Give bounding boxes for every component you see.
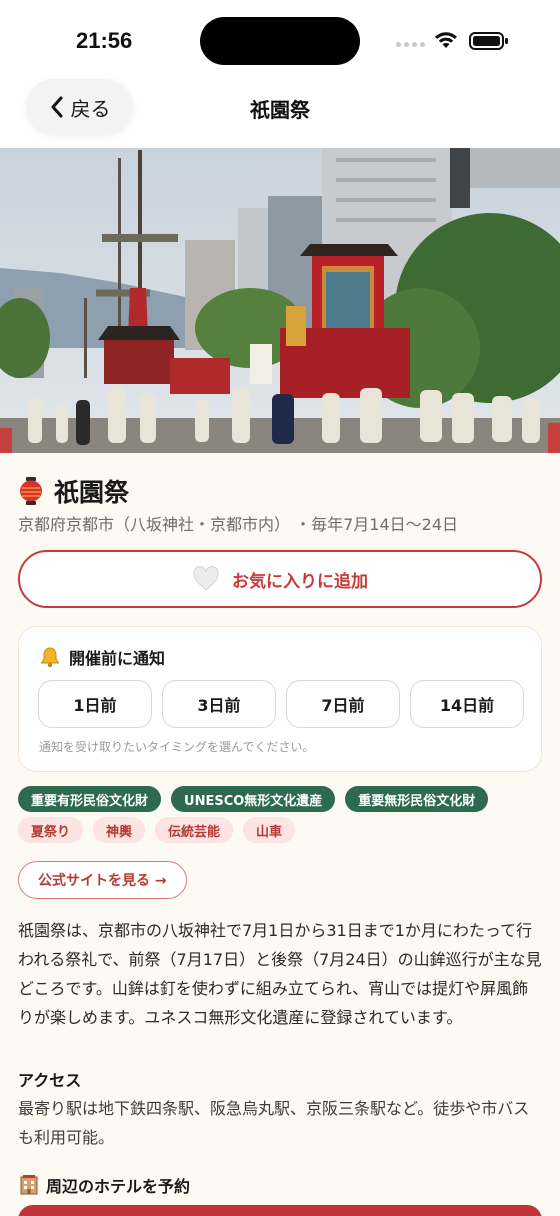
notify-1-day-button[interactable]: 1日前 — [38, 680, 152, 728]
tag-category[interactable]: 夏祭り — [18, 817, 84, 843]
title-row: 祇園祭 — [18, 473, 129, 509]
wifi-icon — [435, 32, 457, 48]
tag-heritage[interactable]: 重要有形民俗文化財 — [18, 786, 162, 812]
event-title: 祇園祭 — [54, 478, 130, 507]
notify-3-days-button[interactable]: 3日前 — [162, 680, 276, 728]
cellular-signal-icon — [396, 42, 425, 47]
category-tags: 夏祭り 神輿 伝統芸能 山車 — [18, 817, 296, 843]
event-location: 京都府京都市（八坂神社・京都市内） — [18, 515, 291, 534]
event-dates: ・毎年7月14日〜24日 — [295, 515, 459, 534]
tag-category[interactable]: 神輿 — [93, 817, 146, 843]
page-title: 祇園祭 — [250, 98, 310, 122]
battery-icon — [469, 32, 508, 50]
lantern-icon — [20, 477, 42, 505]
tag-heritage[interactable]: UNESCO無形文化遺産 — [171, 786, 336, 812]
event-location-dates: 京都府京都市（八坂神社・京都市内） ・毎年7月14日〜24日 — [18, 511, 458, 535]
notify-7-days-button[interactable]: 7日前 — [286, 680, 400, 728]
tag-category[interactable]: 山車 — [243, 817, 296, 843]
notify-14-days-button[interactable]: 14日前 — [410, 680, 524, 728]
tag-heritage[interactable]: 重要無形民俗文化財 — [345, 786, 489, 812]
add-favorite-button[interactable]: お気に入りに追加 — [18, 550, 542, 608]
bell-icon — [40, 647, 60, 668]
tag-category[interactable]: 伝統芸能 — [155, 817, 234, 843]
navigation-bar: 戻る 祇園祭 — [0, 72, 560, 148]
notification-card: 開催前に通知 1日前 3日前 7日前 14日前 通知を受け取りたいタイミングを選… — [18, 626, 542, 772]
hotel-icon — [20, 1175, 38, 1195]
notification-hint: 通知を受け取りたいタイミングを選んでください。 — [39, 740, 315, 754]
official-site-button[interactable]: 公式サイトを見る → — [18, 861, 187, 899]
hero-image — [0, 148, 560, 453]
access-heading: アクセス — [18, 1071, 82, 1090]
hotel-booking-button[interactable] — [18, 1205, 542, 1216]
hotel-heading: 周辺のホテルを予約 — [18, 1173, 190, 1197]
add-favorite-label: お気に入りに追加 — [232, 571, 368, 592]
status-time: 21:56 — [76, 28, 133, 53]
access-text: 最寄り駅は地下鉄四条駅、阪急烏丸駅、京阪三条駅など。徒歩や市バスも利用可能。 — [18, 1099, 530, 1147]
hotel-heading-label: 周辺のホテルを予約 — [46, 1177, 191, 1196]
notification-heading-label: 開催前に通知 — [69, 649, 166, 668]
heritage-tags: 重要有形民俗文化財 UNESCO無形文化遺産 重要無形民俗文化財 — [18, 786, 489, 812]
heart-icon — [193, 566, 219, 591]
dynamic-island — [200, 17, 360, 65]
notification-heading: 開催前に通知 — [39, 645, 165, 669]
event-description: 祇園祭は、京都市の八坂神社で7月1日から31日まで1か月にわたって行われる祭礼で… — [18, 921, 542, 1027]
